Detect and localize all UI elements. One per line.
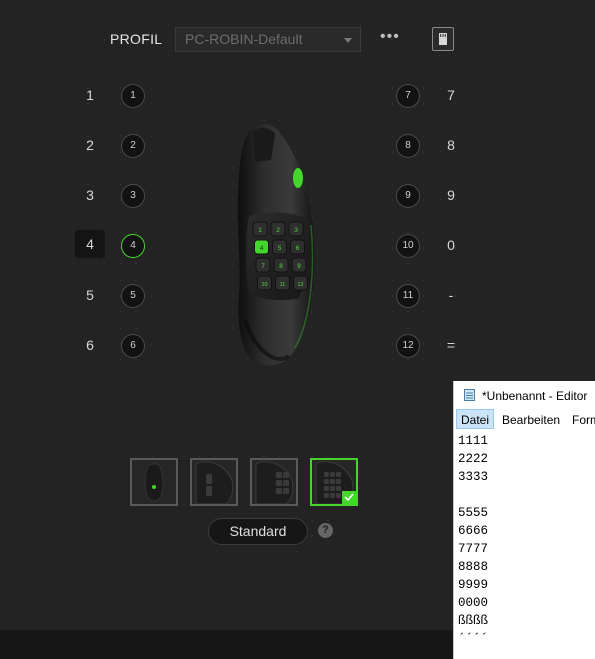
mouse-side-view-image: 1 2 34 5 67 8 910 11 12 xyxy=(237,124,315,366)
menu-item-datei[interactable]: Datei xyxy=(456,409,495,429)
notepad-text-line: 0000 xyxy=(458,596,489,610)
notepad-text-line: 9999 xyxy=(458,578,489,592)
mouse-button-3[interactable]: 3 xyxy=(121,184,145,208)
key-assignment-8[interactable]: 8 xyxy=(436,137,466,153)
side-grid-key-label: 8 xyxy=(279,263,283,270)
mouse-button-11[interactable]: 11 xyxy=(396,284,420,308)
selected-check-badge xyxy=(342,491,356,504)
mouse-button-4[interactable]: 4 xyxy=(121,234,145,258)
profile-dropdown-value: PC-ROBIN-Default xyxy=(185,31,303,47)
key-assignment-3[interactable]: 3 xyxy=(75,187,105,203)
side-grid-key-label: 9 xyxy=(297,263,301,270)
mouse-side-2-button-icon xyxy=(195,461,234,504)
mouse-button-1[interactable]: 1 xyxy=(121,84,145,108)
side-grid-key-label: 11 xyxy=(280,282,286,288)
view-thumbnail-top[interactable] xyxy=(130,458,178,506)
notepad-text-line: 2222 xyxy=(458,452,489,466)
side-grid-button-11[interactable]: 11 xyxy=(275,275,290,291)
menu-item-bearbeiten[interactable]: Bearbeiten xyxy=(502,413,560,427)
mouse-button-7[interactable]: 7 xyxy=(396,84,420,108)
side-grid-button-3[interactable]: 3 xyxy=(288,221,304,237)
mouse-top-view-icon xyxy=(144,463,164,502)
key-assignment-12[interactable]: = xyxy=(436,337,466,353)
key-assignment-11[interactable]: - xyxy=(436,287,466,303)
mouse-button-8[interactable]: 8 xyxy=(396,134,420,158)
side-grid-button-10[interactable]: 10 xyxy=(257,275,272,291)
notepad-menu-bar: Datei Bearbeiten Form xyxy=(454,409,595,431)
side-grid-key-label: 7 xyxy=(261,263,265,270)
help-icon[interactable]: ? xyxy=(318,523,333,538)
mouse-button-9[interactable]: 9 xyxy=(396,184,420,208)
standard-reset-button[interactable]: Standard xyxy=(208,518,308,545)
notepad-text-line: 7777 xyxy=(458,542,489,556)
key-assignment-2[interactable]: 2 xyxy=(75,137,105,153)
more-options-button[interactable]: ••• xyxy=(380,28,400,50)
side-grid-key-label: 5 xyxy=(278,245,282,252)
key-assignment-6[interactable]: 6 xyxy=(75,337,105,353)
notepad-title-bar[interactable]: *Unbenannt - Editor xyxy=(454,381,595,409)
side-grid-key-label: 10 xyxy=(261,282,267,288)
mouse-button-2[interactable]: 2 xyxy=(121,134,145,158)
profile-dropdown[interactable]: PC-ROBIN-Default xyxy=(175,27,361,52)
notepad-text-line: 5555 xyxy=(458,506,489,520)
notepad-text-line: ßßßß xyxy=(458,614,489,628)
notepad-text-area[interactable]: 1111 2222 3333 5555 6666 7777 8888 9999 0000 ßßßß… xyxy=(458,432,594,636)
notepad-title: *Unbenannt - Editor xyxy=(482,389,588,403)
side-grid-button-5[interactable]: 5 xyxy=(272,239,287,255)
side-grid-key-label: 3 xyxy=(294,227,298,234)
side-grid-button-9[interactable]: 9 xyxy=(291,257,307,273)
key-assignment-7[interactable]: 7 xyxy=(436,87,466,103)
side-grid-key-label: 1 xyxy=(258,227,262,234)
side-grid-button-4[interactable]: 4 xyxy=(254,239,269,255)
notepad-text-line xyxy=(458,486,594,504)
side-grid-button-12[interactable]: 12 xyxy=(293,275,308,291)
notepad-text-line: ´´´´ xyxy=(458,630,594,636)
mouse-button-10[interactable]: 10 xyxy=(396,234,420,258)
mouse-button-5[interactable]: 5 xyxy=(121,284,145,308)
side-grid-button-1[interactable]: 1 xyxy=(252,221,268,237)
notepad-text-line: 1111 xyxy=(458,434,489,448)
key-assignment-4[interactable]: 4 xyxy=(75,230,105,258)
side-grid-button-2[interactable]: 2 xyxy=(270,221,286,237)
view-thumbnail-side-12[interactable] xyxy=(310,458,358,506)
side-grid-button-7[interactable]: 7 xyxy=(255,257,271,273)
notepad-window[interactable]: *Unbenannt - Editor Datei Bearbeiten For… xyxy=(453,381,595,659)
side-grid-key-label: 6 xyxy=(296,245,300,252)
view-thumbnail-side-6[interactable] xyxy=(250,458,298,506)
side-grid-key-label: 2 xyxy=(276,227,280,234)
notepad-text-line: 8888 xyxy=(458,560,489,574)
side-grid-button-6[interactable]: 6 xyxy=(290,239,305,255)
view-thumbnail-side-2[interactable] xyxy=(190,458,238,506)
checkmark-icon xyxy=(344,493,354,501)
mouse-button-6[interactable]: 6 xyxy=(121,334,145,358)
notepad-icon xyxy=(464,389,475,401)
notepad-text-line: 3333 xyxy=(458,470,489,484)
chevron-down-icon xyxy=(344,38,352,43)
key-assignment-10[interactable]: 0 xyxy=(436,237,466,253)
menu-item-format[interactable]: Form xyxy=(572,413,595,427)
mouse-button-12[interactable]: 12 xyxy=(396,334,420,358)
key-assignment-9[interactable]: 9 xyxy=(436,187,466,203)
memory-card-icon xyxy=(439,33,447,45)
mouse-side-6-button-icon xyxy=(255,461,294,504)
key-assignment-1[interactable]: 1 xyxy=(75,87,105,103)
side-grid-key-label: 12 xyxy=(297,282,303,288)
side-grid-key-label: 4 xyxy=(260,245,264,252)
notepad-text-line: 6666 xyxy=(458,524,489,538)
side-grid-button-8[interactable]: 8 xyxy=(273,257,289,273)
profile-label: PROFIL xyxy=(110,31,163,47)
key-assignment-5[interactable]: 5 xyxy=(75,287,105,303)
onboard-memory-button[interactable] xyxy=(432,27,454,51)
